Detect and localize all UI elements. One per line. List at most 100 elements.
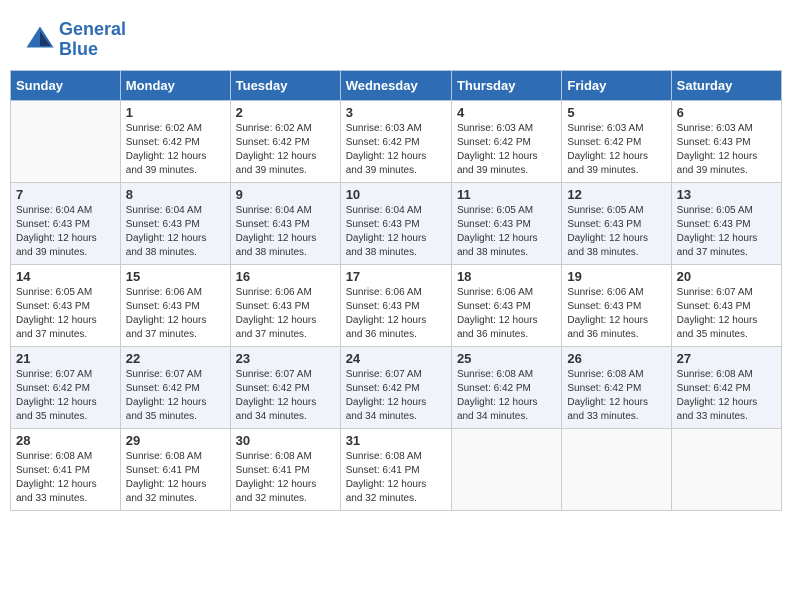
day-info: Sunrise: 6:07 AM Sunset: 6:42 PM Dayligh… <box>16 368 115 424</box>
day-number: 30 <box>236 433 335 448</box>
day-number: 22 <box>126 351 225 366</box>
day-number: 8 <box>126 187 225 202</box>
calendar-day-cell: 4Sunrise: 6:03 AM Sunset: 6:42 PM Daylig… <box>451 100 561 182</box>
calendar-day-cell: 29Sunrise: 6:08 AM Sunset: 6:41 PM Dayli… <box>120 428 230 510</box>
day-info: Sunrise: 6:08 AM Sunset: 6:41 PM Dayligh… <box>16 450 115 506</box>
logo: General Blue <box>25 20 126 60</box>
day-info: Sunrise: 6:05 AM Sunset: 6:43 PM Dayligh… <box>16 286 115 342</box>
calendar-day-cell: 6 Sunrise: 6:03 AM Sunset: 6:43 PM Daylig… <box>671 100 781 182</box>
calendar-day-cell: 10Sunrise: 6:04 AM Sunset: 6:43 PM Dayli… <box>340 182 451 264</box>
day-info: Sunrise: 6:06 AM Sunset: 6:43 PM Dayligh… <box>346 286 446 342</box>
weekday-header-saturday: Saturday <box>671 70 781 100</box>
day-number: 23 <box>236 351 335 366</box>
day-number: 25 <box>457 351 556 366</box>
calendar-day-cell: 26 Sunrise: 6:08 AM Sunset: 6:42 PM Dayli… <box>562 346 671 428</box>
day-info: Sunrise: 6:05 AM Sunset: 6:43 PM Dayligh… <box>677 204 776 260</box>
day-info: Sunrise: 6:03 AM Sunset: 6:43 PM Dayligh… <box>677 122 776 178</box>
weekday-header-sunday: Sunday <box>11 70 121 100</box>
day-info: Sunrise: 6:07 AM Sunset: 6:42 PM Dayligh… <box>126 368 225 424</box>
day-info: Sunrise: 6:08 AM Sunset: 6:42 PM Dayligh… <box>567 368 665 424</box>
day-info: Sunrise: 6:08 AM Sunset: 6:42 PM Dayligh… <box>677 368 776 424</box>
day-number: 6 <box>677 105 776 120</box>
day-number: 13 <box>677 187 776 202</box>
calendar-day-cell <box>451 428 561 510</box>
calendar-day-cell: 1 Sunrise: 6:02 AM Sunset: 6:42 PM Daylig… <box>120 100 230 182</box>
weekday-header-tuesday: Tuesday <box>230 70 340 100</box>
calendar-day-cell: 31 Sunrise: 6:08 AM Sunset: 6:41 PM Dayli… <box>340 428 451 510</box>
calendar-week-row: 21Sunrise: 6:07 AM Sunset: 6:42 PM Dayli… <box>11 346 782 428</box>
weekday-header-wednesday: Wednesday <box>340 70 451 100</box>
day-info: Sunrise: 6:07 AM Sunset: 6:42 PM Dayligh… <box>346 368 446 424</box>
calendar-day-cell: 7 Sunrise: 6:04 AM Sunset: 6:43 PM Daylig… <box>11 182 121 264</box>
calendar-day-cell: 15 Sunrise: 6:06 AM Sunset: 6:43 PM Dayli… <box>120 264 230 346</box>
day-info: Sunrise: 6:07 AM Sunset: 6:42 PM Dayligh… <box>236 368 335 424</box>
day-number: 5 <box>567 105 665 120</box>
calendar-week-row: 7 Sunrise: 6:04 AM Sunset: 6:43 PM Daylig… <box>11 182 782 264</box>
day-number: 12 <box>567 187 665 202</box>
logo-text: General Blue <box>59 20 126 60</box>
calendar-day-cell: 23 Sunrise: 6:07 AM Sunset: 6:42 PM Dayli… <box>230 346 340 428</box>
day-number: 2 <box>236 105 335 120</box>
day-info: Sunrise: 6:03 AM Sunset: 6:42 PM Dayligh… <box>567 122 665 178</box>
calendar-week-row: 1 Sunrise: 6:02 AM Sunset: 6:42 PM Daylig… <box>11 100 782 182</box>
day-number: 19 <box>567 269 665 284</box>
calendar-day-cell <box>671 428 781 510</box>
day-info: Sunrise: 6:04 AM Sunset: 6:43 PM Dayligh… <box>16 204 115 260</box>
day-info: Sunrise: 6:08 AM Sunset: 6:42 PM Dayligh… <box>457 368 556 424</box>
day-info: Sunrise: 6:06 AM Sunset: 6:43 PM Dayligh… <box>567 286 665 342</box>
day-number: 9 <box>236 187 335 202</box>
day-number: 14 <box>16 269 115 284</box>
calendar-day-cell: 16 Sunrise: 6:06 AM Sunset: 6:43 PM Dayli… <box>230 264 340 346</box>
day-number: 7 <box>16 187 115 202</box>
calendar-day-cell: 12 Sunrise: 6:05 AM Sunset: 6:43 PM Dayli… <box>562 182 671 264</box>
day-info: Sunrise: 6:02 AM Sunset: 6:42 PM Dayligh… <box>236 122 335 178</box>
day-number: 3 <box>346 105 446 120</box>
calendar-table: SundayMondayTuesdayWednesdayThursdayFrid… <box>10 70 782 511</box>
weekday-header-monday: Monday <box>120 70 230 100</box>
calendar-day-cell: 20Sunrise: 6:07 AM Sunset: 6:43 PM Dayli… <box>671 264 781 346</box>
day-number: 31 <box>346 433 446 448</box>
calendar-day-cell: 28Sunrise: 6:08 AM Sunset: 6:41 PM Dayli… <box>11 428 121 510</box>
day-number: 16 <box>236 269 335 284</box>
calendar-day-cell <box>11 100 121 182</box>
calendar-week-row: 14 Sunrise: 6:05 AM Sunset: 6:43 PM Dayli… <box>11 264 782 346</box>
day-number: 4 <box>457 105 556 120</box>
calendar-day-cell: 5 Sunrise: 6:03 AM Sunset: 6:42 PM Daylig… <box>562 100 671 182</box>
day-number: 26 <box>567 351 665 366</box>
calendar-day-cell: 14 Sunrise: 6:05 AM Sunset: 6:43 PM Dayli… <box>11 264 121 346</box>
day-info: Sunrise: 6:04 AM Sunset: 6:43 PM Dayligh… <box>346 204 446 260</box>
day-number: 20 <box>677 269 776 284</box>
day-info: Sunrise: 6:02 AM Sunset: 6:42 PM Dayligh… <box>126 122 225 178</box>
calendar-day-cell: 11Sunrise: 6:05 AM Sunset: 6:43 PM Dayli… <box>451 182 561 264</box>
day-number: 11 <box>457 187 556 202</box>
calendar-day-cell: 24 Sunrise: 6:07 AM Sunset: 6:42 PM Dayli… <box>340 346 451 428</box>
calendar-day-cell: 2 Sunrise: 6:02 AM Sunset: 6:42 PM Daylig… <box>230 100 340 182</box>
day-number: 18 <box>457 269 556 284</box>
weekday-header-thursday: Thursday <box>451 70 561 100</box>
day-number: 1 <box>126 105 225 120</box>
calendar-day-cell: 21Sunrise: 6:07 AM Sunset: 6:42 PM Dayli… <box>11 346 121 428</box>
calendar-day-cell: 22 Sunrise: 6:07 AM Sunset: 6:42 PM Dayli… <box>120 346 230 428</box>
weekday-header-row: SundayMondayTuesdayWednesdayThursdayFrid… <box>11 70 782 100</box>
calendar-day-cell <box>562 428 671 510</box>
day-number: 15 <box>126 269 225 284</box>
page-header: General Blue <box>10 10 782 65</box>
day-info: Sunrise: 6:08 AM Sunset: 6:41 PM Dayligh… <box>346 450 446 506</box>
day-info: Sunrise: 6:06 AM Sunset: 6:43 PM Dayligh… <box>126 286 225 342</box>
day-info: Sunrise: 6:08 AM Sunset: 6:41 PM Dayligh… <box>126 450 225 506</box>
day-info: Sunrise: 6:08 AM Sunset: 6:41 PM Dayligh… <box>236 450 335 506</box>
calendar-day-cell: 13 Sunrise: 6:05 AM Sunset: 6:43 PM Dayli… <box>671 182 781 264</box>
day-info: Sunrise: 6:03 AM Sunset: 6:42 PM Dayligh… <box>346 122 446 178</box>
day-info: Sunrise: 6:05 AM Sunset: 6:43 PM Dayligh… <box>567 204 665 260</box>
calendar-day-cell: 25 Sunrise: 6:08 AM Sunset: 6:42 PM Dayli… <box>451 346 561 428</box>
calendar-day-cell: 9Sunrise: 6:04 AM Sunset: 6:43 PM Daylig… <box>230 182 340 264</box>
calendar-day-cell: 17Sunrise: 6:06 AM Sunset: 6:43 PM Dayli… <box>340 264 451 346</box>
calendar-day-cell: 18Sunrise: 6:06 AM Sunset: 6:43 PM Dayli… <box>451 264 561 346</box>
weekday-header-friday: Friday <box>562 70 671 100</box>
day-number: 24 <box>346 351 446 366</box>
day-number: 27 <box>677 351 776 366</box>
calendar-day-cell: 30 Sunrise: 6:08 AM Sunset: 6:41 PM Dayli… <box>230 428 340 510</box>
calendar-day-cell: 3 Sunrise: 6:03 AM Sunset: 6:42 PM Daylig… <box>340 100 451 182</box>
day-info: Sunrise: 6:06 AM Sunset: 6:43 PM Dayligh… <box>236 286 335 342</box>
calendar-day-cell: 19 Sunrise: 6:06 AM Sunset: 6:43 PM Dayli… <box>562 264 671 346</box>
